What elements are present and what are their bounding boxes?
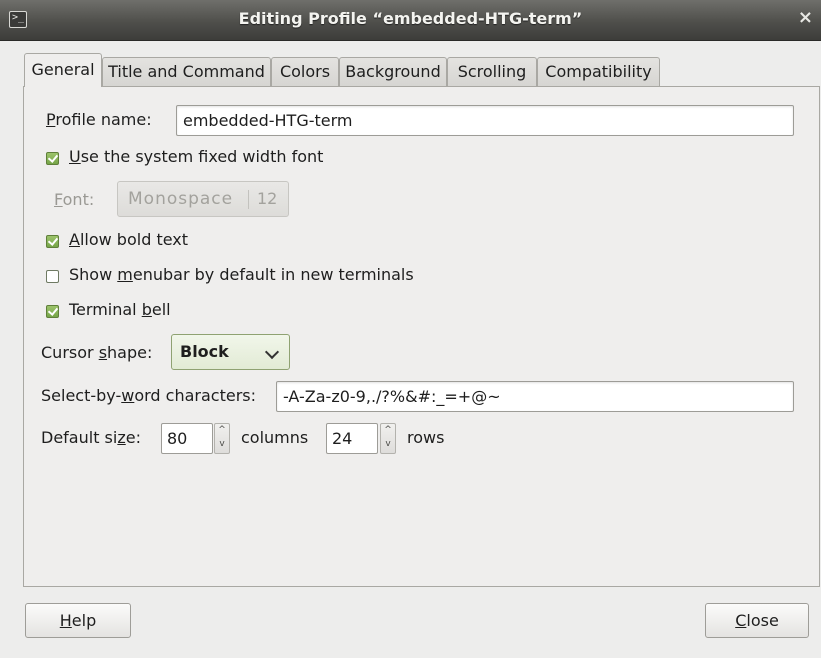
window-title: Editing Profile “embedded-HTG-term” bbox=[238, 9, 583, 28]
columns-label: columns bbox=[241, 428, 309, 447]
profile-editor-dialog: >_ Editing Profile “embedded-HTG-term” ×… bbox=[0, 0, 821, 658]
bold-text-label: Allow bold text bbox=[69, 230, 189, 249]
menubar-label: Show menubar by default in new terminals bbox=[69, 265, 414, 284]
terminal-bell-checkbox[interactable] bbox=[46, 305, 59, 318]
title-bar[interactable]: >_ Editing Profile “embedded-HTG-term” × bbox=[0, 0, 821, 41]
chevron-up-icon[interactable]: ^ bbox=[381, 424, 395, 438]
cursor-shape-select[interactable]: Block bbox=[171, 334, 290, 370]
rows-label: rows bbox=[407, 428, 445, 447]
tab-compatibility[interactable]: Compatibility bbox=[537, 57, 660, 86]
profile-name-input[interactable]: embedded-HTG-term bbox=[176, 105, 794, 136]
system-font-checkbox[interactable] bbox=[46, 152, 59, 165]
tab-title-and-command[interactable]: Title and Command bbox=[102, 57, 271, 86]
bold-text-checkbox[interactable] bbox=[46, 235, 59, 248]
word-chars-label: Select-by-word characters: bbox=[41, 386, 257, 405]
columns-stepper[interactable]: ^ v bbox=[214, 423, 230, 454]
tab-scrolling[interactable]: Scrolling bbox=[447, 57, 537, 86]
font-size: 12 bbox=[257, 189, 278, 208]
terminal-bell-label: Terminal bell bbox=[69, 300, 171, 319]
chevron-down-icon[interactable]: v bbox=[381, 438, 395, 452]
profile-name-label: Profile name: bbox=[46, 110, 152, 129]
font-picker-button[interactable]: Monospace 12 bbox=[117, 181, 289, 217]
columns-input[interactable]: 80 bbox=[161, 423, 213, 454]
tab-colors[interactable]: Colors bbox=[271, 57, 339, 86]
tab-background[interactable]: Background bbox=[339, 57, 447, 86]
font-separator bbox=[248, 190, 249, 209]
cursor-shape-value: Block bbox=[180, 342, 229, 361]
tab-general[interactable]: General bbox=[24, 53, 102, 87]
rows-input[interactable]: 24 bbox=[326, 423, 378, 454]
font-label: Font: bbox=[54, 190, 95, 209]
chevron-up-icon[interactable]: ^ bbox=[215, 424, 229, 438]
rows-stepper[interactable]: ^ v bbox=[380, 423, 396, 454]
word-chars-input[interactable]: -A-Za-z0-9,./?%&#:_=+@~ bbox=[276, 381, 794, 412]
font-name: Monospace bbox=[128, 189, 234, 209]
help-button[interactable]: Help bbox=[25, 603, 131, 638]
chevron-down-icon[interactable]: v bbox=[215, 438, 229, 452]
close-button[interactable]: Close bbox=[705, 603, 809, 638]
default-size-label: Default size: bbox=[41, 428, 141, 447]
cursor-shape-label: Cursor shape: bbox=[41, 343, 153, 362]
close-icon[interactable]: × bbox=[798, 8, 813, 28]
system-font-label: Use the system fixed width font bbox=[69, 147, 324, 166]
chevron-down-icon bbox=[264, 344, 280, 360]
menubar-checkbox[interactable] bbox=[46, 270, 59, 283]
